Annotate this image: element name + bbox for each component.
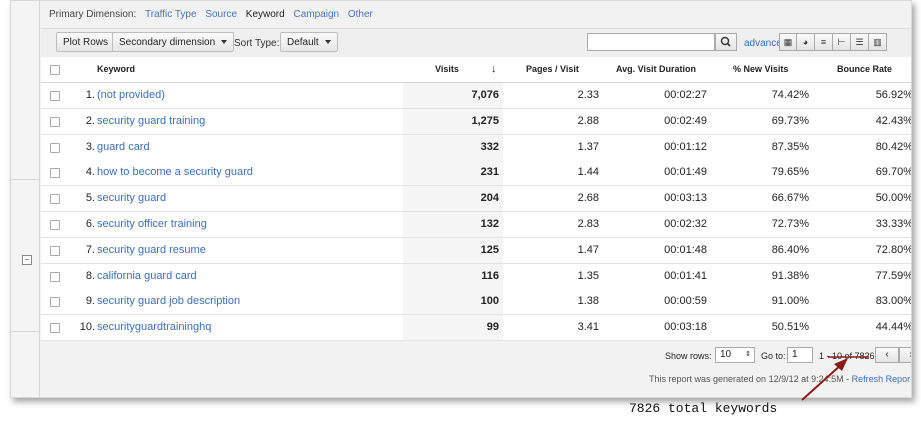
annotation-arrow bbox=[801, 356, 869, 401]
annotation-text: 7826 total keywords bbox=[629, 401, 778, 416]
